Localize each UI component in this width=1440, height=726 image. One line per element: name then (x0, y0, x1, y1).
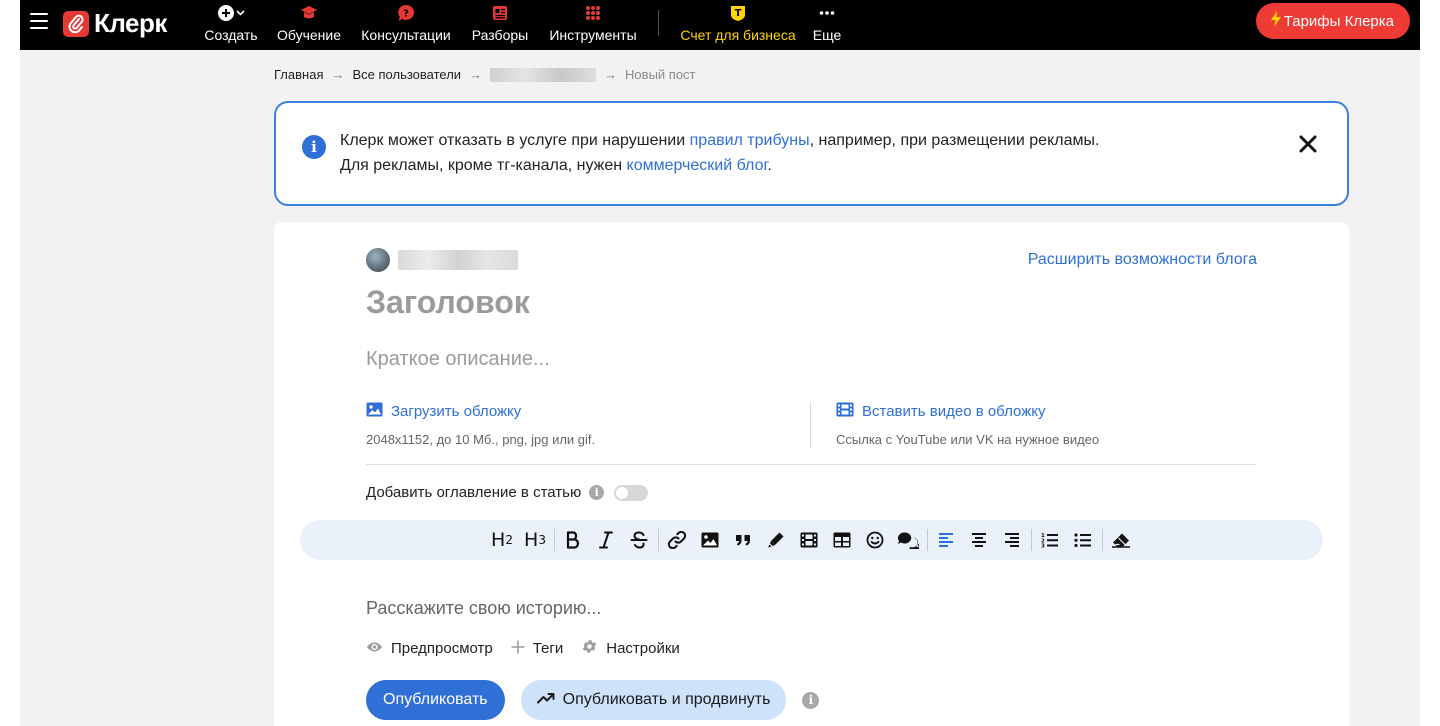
media-divider (810, 402, 811, 448)
breadcrumb-current: Новый пост (625, 67, 696, 82)
upload-cover-button[interactable]: Загрузить обложку (366, 402, 595, 421)
tribune-rules-link[interactable]: правил трибуны (690, 132, 810, 149)
breadcrumb-home[interactable]: Главная (274, 67, 323, 82)
align-center-icon[interactable] (963, 525, 996, 555)
post-editor-card: Расширить возможности блога Заголовок Кр… (274, 222, 1349, 726)
notice-line-2: Для рекламы, кроме тг-канала, нужен комм… (340, 157, 772, 174)
toc-row: Добавить оглавление в статью i (366, 484, 649, 501)
cover-video-section: Вставить видео в обложку Ссылка с YouTub… (836, 402, 1099, 447)
trending-up-icon (536, 691, 555, 709)
editor-actions-row: Предпросмотр Теги Настройки (366, 638, 680, 659)
nav-more[interactable]: Еще (810, 0, 844, 50)
nav-consultations[interactable]: ? Консультации (360, 0, 452, 50)
heading2-icon[interactable]: H2 (486, 525, 519, 555)
tags-button[interactable]: Теги (511, 640, 563, 658)
expand-blog-link[interactable]: Расширить возможности блога (1028, 251, 1257, 269)
svg-text:3: 3 (1041, 544, 1045, 549)
insert-video-button[interactable]: Вставить видео в обложку (836, 402, 1099, 421)
preview-button[interactable]: Предпросмотр (366, 640, 493, 657)
info-icon[interactable]: i (802, 691, 820, 709)
emoji-icon[interactable] (859, 525, 892, 555)
author-name-blurred (398, 250, 518, 270)
image-icon[interactable] (694, 525, 727, 555)
more-dots-icon (819, 3, 835, 23)
heading3-icon[interactable]: H3 (519, 525, 552, 555)
cover-media-row: Загрузить обложку 2048x1152, до 10 Мб., … (366, 402, 1256, 465)
toc-label: Добавить оглавление в статью (366, 484, 582, 501)
strikethrough-icon[interactable] (623, 525, 656, 555)
hamburger-menu-icon[interactable] (30, 13, 48, 29)
commercial-blog-link[interactable]: коммерческий блог (627, 157, 768, 174)
image-icon (366, 402, 383, 421)
formatting-toolbar: H2 H3 123 (300, 520, 1323, 560)
breadcrumb: Главная → Все пользователи → → Новый пос… (274, 67, 696, 82)
svg-text:T: T (735, 8, 742, 19)
lightning-icon (1270, 11, 1282, 31)
toolbar-divider (926, 529, 928, 551)
breadcrumb-user-blurred[interactable] (490, 67, 597, 82)
plus-circle-icon (216, 3, 246, 23)
nav-divider (658, 10, 659, 36)
title-input[interactable]: Заголовок (366, 284, 530, 321)
tariffs-button[interactable]: Тарифы Клерка (1255, 3, 1410, 39)
cover-upload-section: Загрузить обложку 2048x1152, до 10 Мб., … (366, 402, 595, 447)
table-icon[interactable] (826, 525, 859, 555)
nav-business-account[interactable]: T Счет для бизнеса (678, 0, 798, 50)
toolbar-divider (553, 529, 555, 551)
link-icon[interactable] (661, 525, 694, 555)
bold-icon[interactable] (557, 525, 590, 555)
avatar (366, 248, 390, 272)
breadcrumb-arrow-icon: → (469, 67, 483, 82)
toc-toggle[interactable] (614, 484, 649, 501)
toolbar-divider (657, 529, 659, 551)
grid-icon (584, 3, 602, 23)
toolbar-divider (1101, 529, 1103, 551)
highlighter-icon[interactable] (760, 525, 793, 555)
top-navigation-bar: Клерк Создать Обучение ? Консультации Ра… (20, 0, 1420, 50)
info-icon[interactable]: i (589, 485, 605, 500)
nav-reviews[interactable]: Разборы (470, 0, 530, 50)
nav-create[interactable]: Создать (204, 0, 258, 50)
question-bubble-icon: ? (397, 3, 415, 23)
story-input[interactable]: Расскажите свою историю... (366, 598, 601, 619)
newspaper-icon (491, 3, 509, 23)
logo-text: Клерк (94, 8, 167, 38)
nav-tools[interactable]: Инструменты (548, 0, 638, 50)
plus-icon (511, 640, 525, 658)
svg-text:?: ? (403, 9, 409, 20)
italic-icon[interactable] (590, 525, 623, 555)
toolbar-divider (1030, 529, 1032, 551)
comments-icon[interactable] (892, 525, 925, 555)
eraser-icon[interactable] (1105, 525, 1138, 555)
gear-icon (581, 638, 598, 659)
align-left-icon[interactable] (930, 525, 963, 555)
author-info (366, 248, 518, 272)
settings-button[interactable]: Настройки (581, 638, 680, 659)
graduation-icon (300, 3, 318, 23)
paperclip-logo-icon (63, 10, 89, 37)
close-icon[interactable] (1297, 133, 1319, 155)
cover-hint: 2048x1152, до 10 Мб., png, jpg или gif. (366, 432, 596, 447)
eye-icon (366, 640, 383, 657)
film-icon (836, 402, 854, 421)
breadcrumb-users[interactable]: Все пользователи (352, 67, 461, 82)
ordered-list-icon[interactable]: 123 (1034, 525, 1067, 555)
align-right-icon[interactable] (996, 525, 1029, 555)
description-input[interactable]: Краткое описание... (366, 348, 550, 371)
notice-banner: i Клерк может отказать в услуге при нару… (274, 101, 1349, 206)
klerk-logo[interactable]: Клерк (63, 8, 167, 39)
info-icon: i (302, 135, 326, 159)
publish-row: Опубликовать Опубликовать и продвинуть i (366, 680, 820, 720)
bullet-list-icon[interactable] (1067, 525, 1100, 555)
bank-shield-icon: T (729, 3, 747, 23)
notice-line-1: Клерк может отказать в услуге при наруше… (340, 132, 1100, 149)
breadcrumb-arrow-icon: → (604, 67, 618, 82)
quote-icon[interactable] (727, 525, 760, 555)
video-hint: Ссылка с YouTube или VK на нужное видео (836, 432, 1100, 447)
video-icon[interactable] (793, 525, 826, 555)
nav-education[interactable]: Обучение (277, 0, 341, 50)
breadcrumb-arrow-icon: → (331, 67, 345, 82)
publish-button[interactable]: Опубликовать (366, 680, 505, 720)
publish-promote-button[interactable]: Опубликовать и продвинуть (520, 680, 787, 720)
